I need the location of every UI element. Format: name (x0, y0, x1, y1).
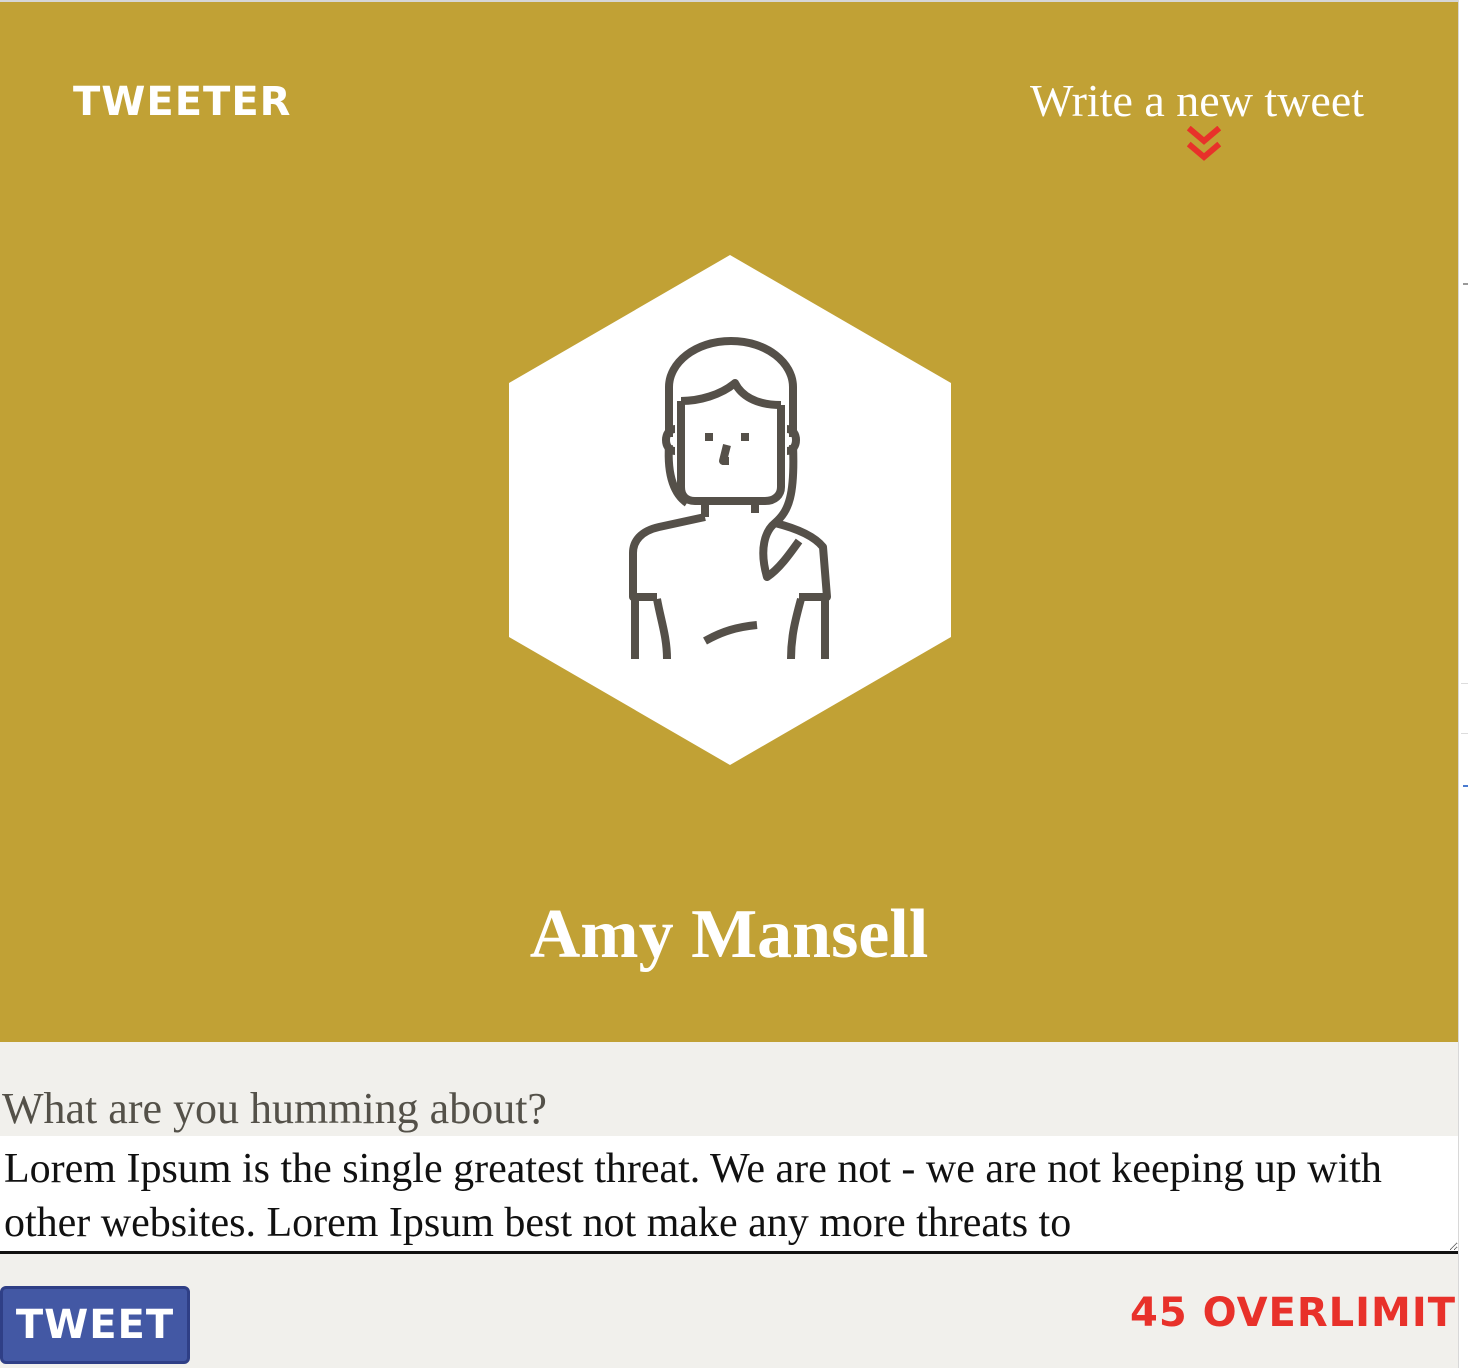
brand-logo[interactable]: TWEETER (73, 80, 291, 124)
woman-avatar-icon (509, 255, 951, 765)
tweet-button[interactable]: TWEET (0, 1286, 190, 1364)
double-chevron-down-icon[interactable] (1187, 126, 1221, 164)
write-new-tweet-link[interactable]: Write a new tweet (1030, 76, 1364, 126)
edge-mark (1461, 733, 1468, 734)
user-name: Amy Mansell (529, 896, 929, 973)
tweet-textarea[interactable]: Lorem Ipsum is the single greatest threa… (0, 1136, 1458, 1254)
profile-banner: TWEETER Write a new tweet Amy Mansell (0, 0, 1458, 1042)
tweet-prompt-label: What are you humming about? (2, 1084, 547, 1133)
window-edge (1458, 0, 1468, 1368)
character-counter: 45 OVERLIMIT (1130, 1290, 1456, 1336)
page: TWEETER Write a new tweet Amy Mansell Wh… (0, 0, 1458, 1368)
edge-mark (1461, 683, 1468, 684)
edge-mark (1463, 785, 1468, 787)
edge-mark (1463, 283, 1468, 285)
